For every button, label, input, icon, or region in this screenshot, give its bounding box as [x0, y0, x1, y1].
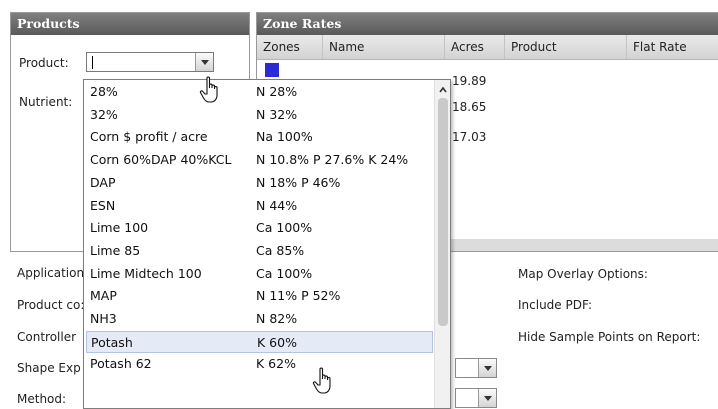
- acres-cell: 19.89: [452, 74, 487, 88]
- method-select[interactable]: [455, 388, 497, 408]
- application-label: Application: [17, 266, 85, 280]
- hand-cursor-icon: [312, 367, 331, 394]
- column-header-product[interactable]: Product: [505, 35, 627, 59]
- shape-export-dropdown-button[interactable]: [478, 359, 496, 377]
- product-label: Product:: [19, 56, 69, 70]
- include-pdf-label: Include PDF:: [518, 298, 592, 312]
- dropdown-item[interactable]: Corn 60%DAP 40%KCL N 10.8% P 27.6% K 24%: [86, 149, 433, 171]
- dropdown-item-name: DAP: [90, 174, 116, 190]
- dropdown-scroll-thumb[interactable]: [438, 98, 448, 326]
- dropdown-item-name: MAP: [90, 288, 117, 304]
- acres-cell: 18.65: [452, 100, 487, 114]
- dropdown-item-nutrient: N 18% P 46%: [256, 174, 341, 190]
- dropdown-item[interactable]: Potash K 60%: [86, 330, 433, 353]
- dropdown-item[interactable]: ESN N 44%: [86, 195, 433, 217]
- dropdown-item-nutrient: N 28%: [256, 84, 298, 99]
- dropdown-item-name: Corn 60%DAP 40%KCL: [90, 152, 232, 168]
- dropdown-item-nutrient: N 32%: [256, 106, 298, 122]
- dropdown-item-nutrient: K 60%: [257, 334, 297, 350]
- dropdown-item[interactable]: 32% N 32%: [86, 104, 433, 126]
- method-dropdown-button[interactable]: [478, 389, 496, 407]
- zone-table-header: Zones Name Acres Product Flat Rate: [257, 35, 718, 60]
- controller-label: Controller: [17, 330, 77, 344]
- dropdown-item-nutrient: Na 100%: [256, 129, 313, 145]
- dropdown-item-name: ESN: [90, 197, 116, 213]
- dropdown-item-name: 32%: [90, 106, 118, 122]
- dropdown-item-nutrient: N 10.8% P 27.6% K 24%: [256, 152, 409, 168]
- column-header-name[interactable]: Name: [323, 35, 445, 59]
- zone-rates-panel-title: Zone Rates: [257, 13, 718, 35]
- dropdown-item-name: Potash: [91, 334, 133, 350]
- dropdown-item-name: Lime Midtech 100: [90, 265, 202, 281]
- dropdown-item-nutrient: Ca 100%: [256, 265, 313, 281]
- dropdown-item-name: Lime 100: [90, 220, 149, 236]
- zone-color-swatch: [265, 63, 279, 77]
- dropdown-item-name: Potash 62: [90, 356, 152, 372]
- dropdown-scrollbar[interactable]: [434, 80, 450, 408]
- dropdown-item-nutrient: K 62%: [256, 356, 296, 372]
- shape-export-label: Shape Exp: [17, 361, 81, 375]
- dropdown-item-nutrient: N 44%: [256, 197, 298, 213]
- dropdown-item[interactable]: DAP N 18% P 46%: [86, 172, 433, 194]
- dropdown-item[interactable]: Corn $ profit / acre Na 100%: [86, 126, 433, 148]
- product-dropdown-list[interactable]: 28% N 28% 32% N 32% Corn $ profit / acre Na 1…: [83, 79, 451, 409]
- column-header-zones[interactable]: Zones: [257, 35, 323, 59]
- shape-export-select[interactable]: [455, 358, 497, 378]
- dropdown-item[interactable]: Potash 62 K 62%: [86, 353, 433, 375]
- products-panel-title: Products: [11, 13, 249, 35]
- dropdown-item-nutrient: N 11% P 52%: [256, 288, 341, 304]
- dropdown-item[interactable]: NH3 N 82%: [86, 308, 433, 330]
- method-label: Method:: [17, 392, 67, 406]
- product-select[interactable]: [86, 52, 214, 72]
- dropdown-item-nutrient: Ca 100%: [256, 220, 313, 236]
- chevron-down-icon: [484, 366, 492, 371]
- product-dropdown-button[interactable]: [195, 53, 213, 71]
- chevron-down-icon: [201, 60, 209, 65]
- map-overlay-options-label: Map Overlay Options:: [518, 267, 648, 281]
- acres-cell: 17.03: [452, 130, 487, 144]
- text-caret: [92, 56, 93, 69]
- dropdown-item[interactable]: Lime 100 Ca 100%: [86, 217, 433, 239]
- column-header-acres[interactable]: Acres: [445, 35, 505, 59]
- dropdown-item[interactable]: 28% N 28%: [86, 81, 433, 103]
- dropdown-item-name: Lime 85: [90, 242, 141, 258]
- chevron-down-icon: [484, 396, 492, 401]
- dropdown-item-name: NH3: [90, 311, 117, 326]
- product-cost-label: Product co:: [17, 298, 85, 312]
- hand-cursor-icon: [199, 76, 218, 103]
- dropdown-item-nutrient: N 82%: [256, 311, 298, 326]
- hide-sample-points-label: Hide Sample Points on Report:: [518, 330, 701, 344]
- dropdown-item[interactable]: MAP N 11% P 52%: [86, 285, 433, 307]
- dropdown-item-name: 28%: [90, 84, 118, 99]
- scroll-up-arrow-icon[interactable]: [438, 85, 448, 95]
- dropdown-item-name: Corn $ profit / acre: [90, 129, 208, 145]
- dropdown-item-nutrient: Ca 85%: [256, 242, 305, 258]
- dropdown-item[interactable]: Lime 85 Ca 85%: [86, 240, 433, 262]
- column-header-flat-rate[interactable]: Flat Rate: [627, 35, 718, 59]
- dropdown-item[interactable]: Lime Midtech 100 Ca 100%: [86, 263, 433, 285]
- nutrient-label: Nutrient:: [19, 95, 73, 109]
